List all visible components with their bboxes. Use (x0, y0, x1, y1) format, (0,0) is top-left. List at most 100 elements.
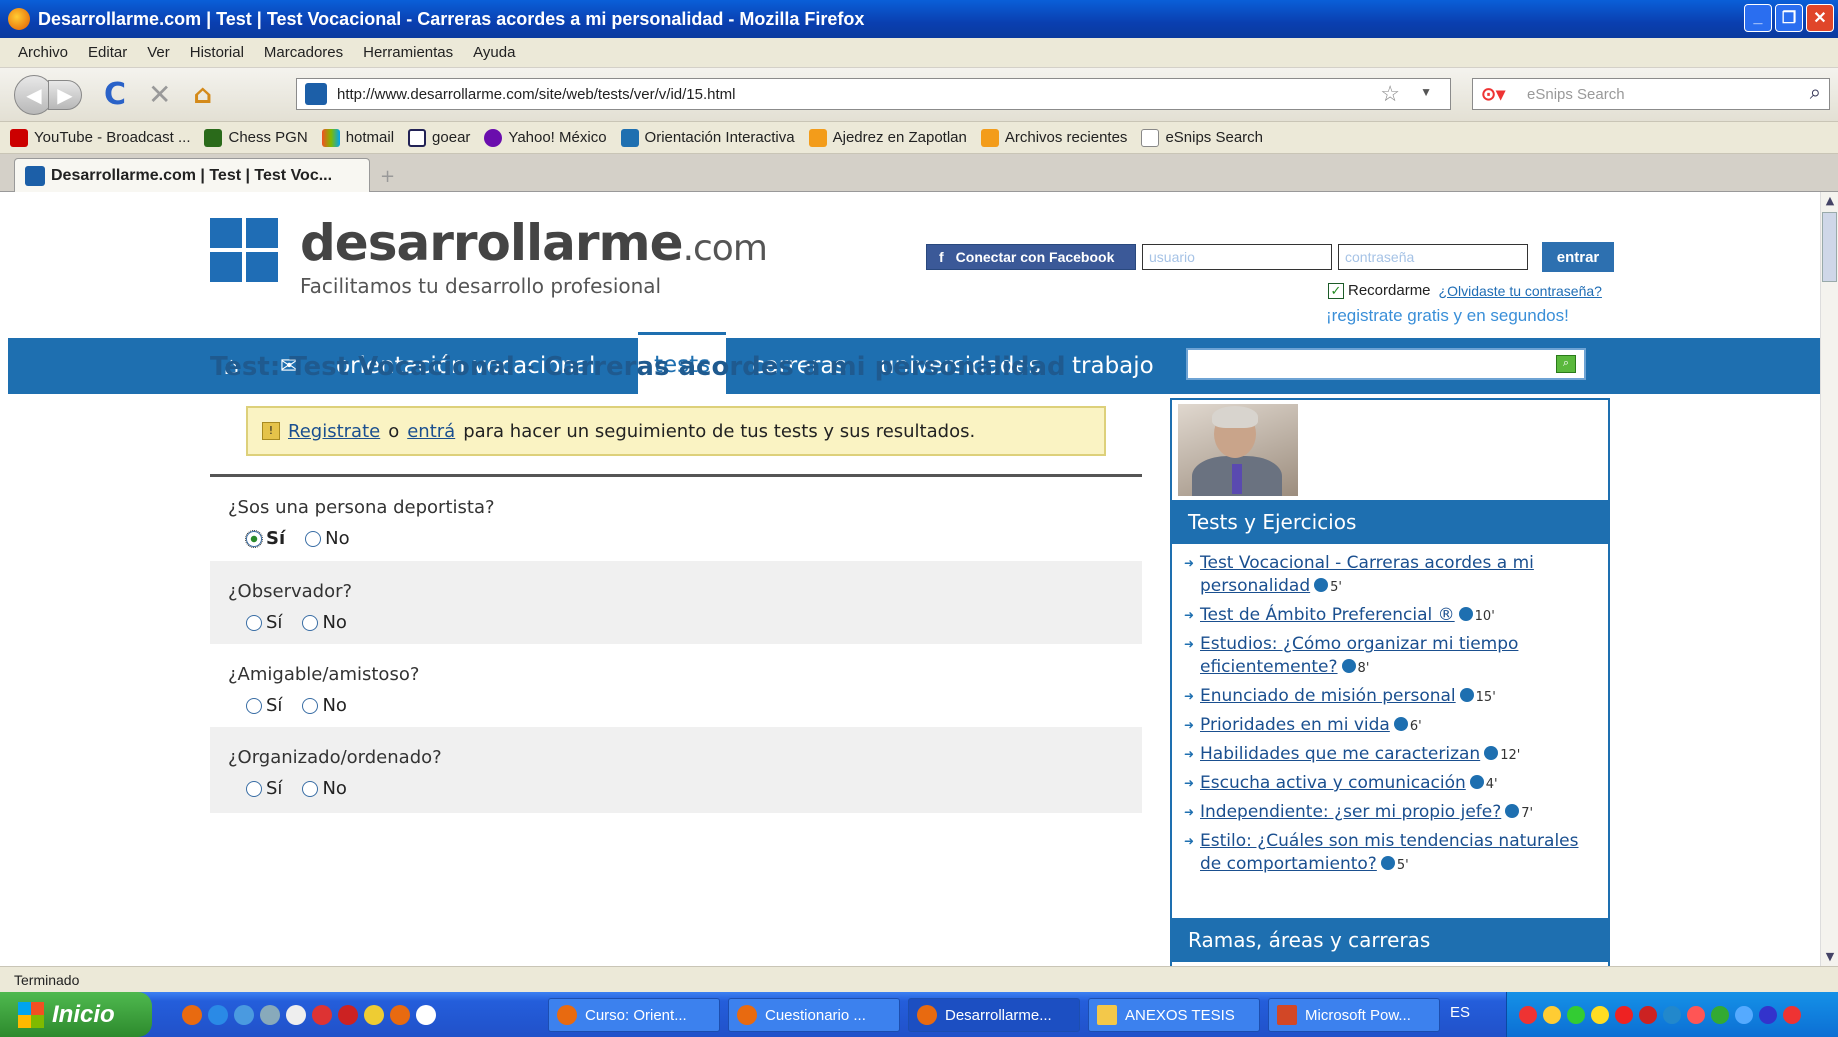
site-search-input[interactable]: ⌕ (1186, 348, 1586, 380)
app-icon[interactable] (338, 1004, 358, 1025)
username-input[interactable]: usuario (1142, 244, 1332, 270)
facebook-connect-button[interactable]: f Conectar con Facebook (926, 244, 1136, 270)
test-link[interactable]: Independiente: ¿ser mi propio jefe? (1200, 802, 1501, 822)
menu-marcadores[interactable]: Marcadores (264, 44, 343, 61)
vertical-scrollbar[interactable]: ▲ ▼ (1820, 192, 1838, 966)
scroll-thumb[interactable] (1822, 212, 1837, 282)
menu-ver[interactable]: Ver (147, 44, 170, 61)
menu-ayuda[interactable]: Ayuda (473, 44, 515, 61)
radio-button[interactable] (305, 530, 322, 547)
bookmark-hotmail[interactable]: hotmail (321, 128, 394, 147)
answer-no[interactable]: No (302, 695, 347, 716)
notice-login-link[interactable]: entrá (407, 421, 455, 442)
bookmark-esnips[interactable]: eSnips Search (1141, 128, 1263, 147)
answer-yes[interactable]: Sí (246, 695, 282, 716)
forward-button[interactable]: ▶ (48, 79, 82, 110)
task-button[interactable]: Microsoft Pow... (1268, 998, 1440, 1032)
tray-icon[interactable] (1783, 1005, 1801, 1024)
scroll-up-icon[interactable]: ▲ (1821, 192, 1838, 210)
register-link[interactable]: ¡registrate gratis y en segundos! (1326, 306, 1569, 326)
password-input[interactable]: contraseña (1338, 244, 1528, 270)
radio-button[interactable] (245, 529, 263, 548)
reload-icon[interactable]: C (104, 77, 126, 112)
answer-yes[interactable]: Sí (246, 778, 282, 799)
firefox-icon[interactable] (182, 1004, 202, 1025)
tray-icon[interactable] (1687, 1005, 1705, 1024)
bookmark-youtube[interactable]: YouTube - Broadcast ... (10, 128, 190, 147)
minimize-button[interactable]: _ (1744, 4, 1772, 32)
menu-herramientas[interactable]: Herramientas (363, 44, 453, 61)
ie-icon[interactable] (208, 1004, 228, 1025)
tray-icon[interactable] (1663, 1005, 1681, 1024)
url-bar[interactable]: http://www.desarrollarme.com/site/web/te… (296, 78, 1451, 110)
new-tab-button[interactable]: + (380, 166, 395, 187)
app-icon[interactable] (234, 1004, 254, 1025)
nav-trabajo[interactable]: trabajo (1072, 338, 1154, 394)
app-icon[interactable] (312, 1004, 332, 1025)
answer-no[interactable]: No (302, 778, 347, 799)
start-button[interactable]: Inicio (0, 992, 152, 1037)
app-icon[interactable] (390, 1004, 410, 1025)
menu-editar[interactable]: Editar (88, 44, 127, 61)
answer-no[interactable]: No (305, 528, 350, 549)
login-button[interactable]: entrar (1542, 242, 1614, 272)
test-link[interactable]: Enunciado de misión personal (1200, 686, 1456, 706)
app-icon[interactable] (364, 1004, 384, 1025)
tray-icon[interactable] (1639, 1005, 1657, 1024)
tray-icon[interactable] (1567, 1005, 1585, 1024)
scroll-down-icon[interactable]: ▼ (1821, 948, 1838, 966)
tray-icon[interactable] (1711, 1005, 1729, 1024)
bookmark-star-icon[interactable]: ☆ (1380, 81, 1400, 107)
radio-button[interactable] (246, 780, 262, 797)
test-link[interactable]: Test Vocacional - Carreras acordes a mi … (1200, 553, 1534, 596)
task-button[interactable]: Curso: Orient... (548, 998, 720, 1032)
search-icon[interactable]: ⌕ (1810, 82, 1821, 105)
radio-button[interactable] (302, 614, 319, 631)
app-icon[interactable] (286, 1004, 306, 1025)
search-engine-box[interactable]: ⊙▾ eSnips Search ⌕ (1472, 78, 1830, 110)
site-logo[interactable]: desarrollarme.com (300, 214, 768, 272)
test-link[interactable]: Habilidades que me caracterizan (1200, 744, 1480, 764)
bookmark-chess-pgn[interactable]: Chess PGN (204, 128, 308, 147)
close-button[interactable]: ✕ (1806, 4, 1834, 32)
bookmark-yahoo[interactable]: Yahoo! México (484, 128, 607, 147)
bookmark-ajedrez[interactable]: Ajedrez en Zapotlan (808, 128, 967, 147)
maximize-button[interactable]: ❐ (1775, 4, 1803, 32)
logo-icon[interactable] (210, 218, 282, 284)
tray-icon[interactable] (1735, 1005, 1753, 1024)
bookmark-orientacion[interactable]: Orientación Interactiva (620, 128, 795, 147)
answer-yes[interactable]: Sí (245, 528, 285, 549)
bookmark-archivos[interactable]: Archivos recientes (980, 128, 1127, 147)
tray-icon[interactable] (1615, 1005, 1633, 1024)
task-button[interactable]: ANEXOS TESIS (1088, 998, 1260, 1032)
stop-icon[interactable]: ✕ (148, 78, 171, 111)
forgot-password-link[interactable]: ¿Olvidaste tu contraseña? (1439, 283, 1602, 299)
task-button[interactable]: Cuestionario ... (728, 998, 900, 1032)
answer-no[interactable]: No (302, 612, 347, 633)
radio-button[interactable] (246, 697, 262, 714)
test-link[interactable]: Test de Ámbito Preferencial ® (1200, 605, 1455, 625)
tray-icon[interactable] (1519, 1005, 1537, 1024)
app-icon[interactable] (416, 1004, 436, 1025)
url-dropdown-icon[interactable]: ▼ (1420, 85, 1432, 99)
radio-button[interactable] (246, 614, 262, 631)
search-engine-icon[interactable]: ⊙▾ (1481, 84, 1505, 105)
answer-yes[interactable]: Sí (246, 612, 282, 633)
notice-register-link[interactable]: Registrate (288, 421, 380, 442)
tab-desarrollarme[interactable]: Desarrollarme.com | Test | Test Voc... (14, 158, 370, 192)
tray-icon[interactable] (1543, 1005, 1561, 1024)
remember-checkbox[interactable]: ✓ (1328, 282, 1344, 299)
test-link[interactable]: Prioridades en mi vida (1200, 715, 1390, 735)
radio-button[interactable] (302, 780, 319, 797)
app-icon[interactable] (260, 1004, 280, 1025)
task-button[interactable]: Desarrollarme... (908, 998, 1080, 1032)
site-search-button[interactable]: ⌕ (1556, 355, 1576, 373)
menu-archivo[interactable]: Archivo (18, 44, 68, 61)
home-icon[interactable]: ⌂ (194, 80, 213, 110)
tray-icon[interactable] (1591, 1005, 1609, 1024)
menu-historial[interactable]: Historial (190, 44, 244, 61)
bookmark-goear[interactable]: goear (408, 128, 470, 147)
language-indicator[interactable]: ES (1450, 1004, 1470, 1021)
radio-button[interactable] (302, 697, 319, 714)
test-link[interactable]: Escucha activa y comunicación (1200, 773, 1466, 793)
